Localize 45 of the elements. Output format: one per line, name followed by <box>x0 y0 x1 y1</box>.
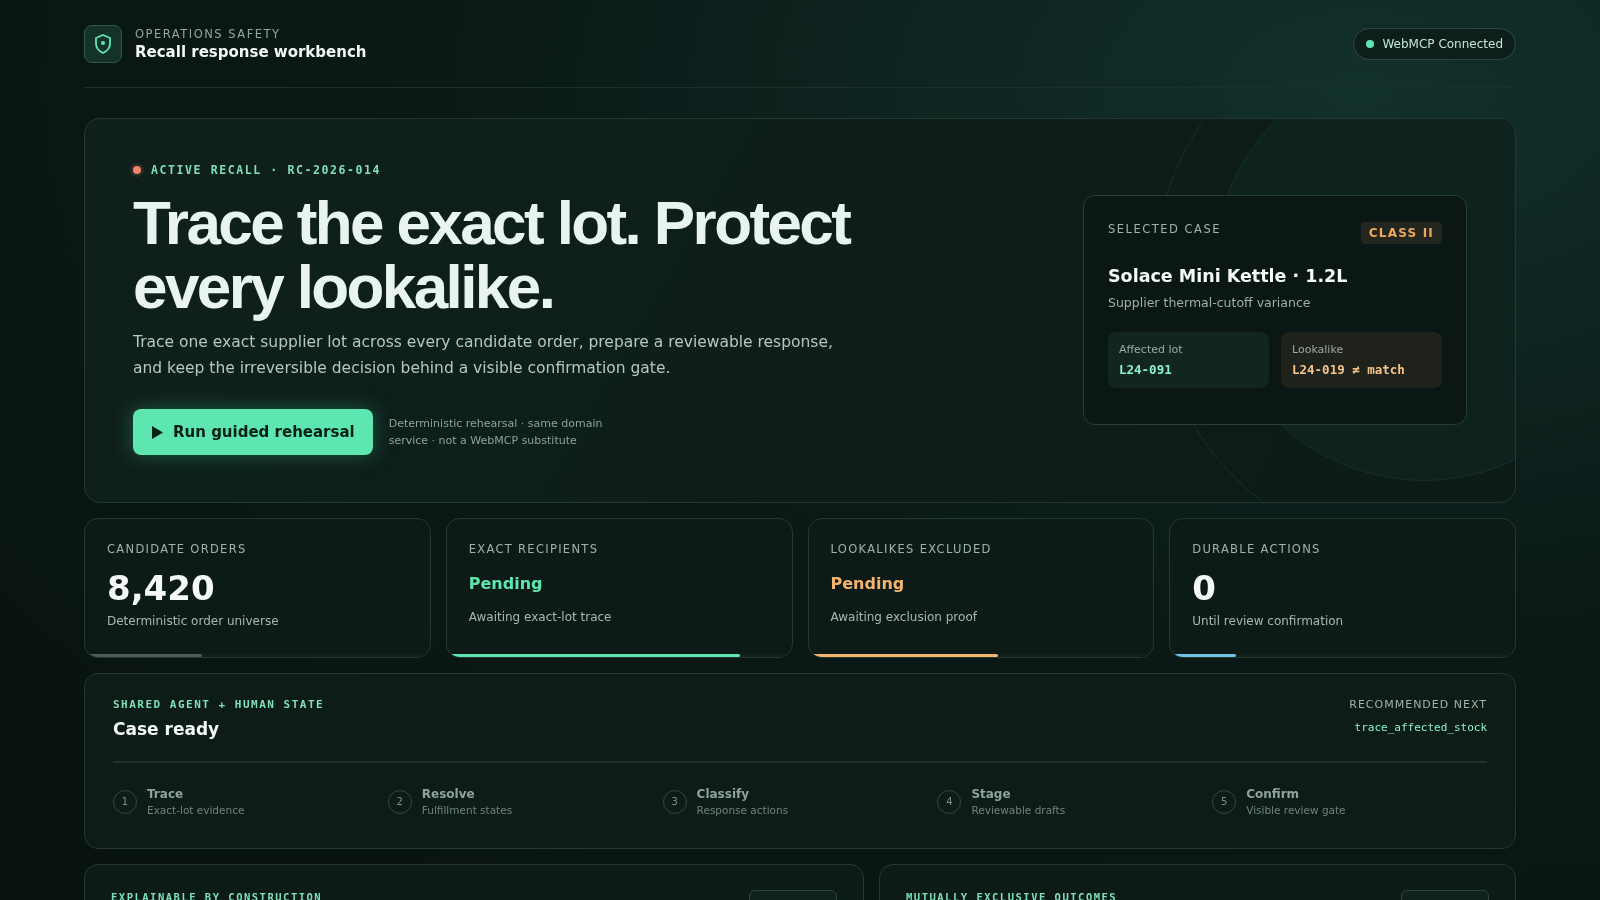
stat-value: 8,420 <box>107 568 216 608</box>
step-title: Trace <box>147 787 185 801</box>
lot-code: L24-019 ≠ match <box>1292 362 1406 377</box>
recall-label: ACTIVE RECALL · RC-2026-014 <box>151 163 382 177</box>
class-badge: CLASS II <box>1360 222 1442 244</box>
stat-caption: Until review confirmation <box>1192 614 1345 628</box>
next-label: RECOMMENDED NEXT <box>1349 698 1487 711</box>
lead-paragraph: Trace one exact supplier lot across every candidate order, prepare a reviewable response, and keep the irreversible decision behind a visible confirmation gate. <box>133 332 833 379</box>
step-title: Resolve <box>421 787 476 801</box>
run-rehearsal-button[interactable]: Run guided rehearsal <box>133 409 373 455</box>
issue-description: Supplier thermal-cutoff variance <box>1108 295 1312 310</box>
stat-caption: Awaiting exact-lot trace <box>468 610 613 624</box>
shield-logo-icon <box>84 24 122 63</box>
step-title: Stage <box>971 787 1012 801</box>
headline: Trace the exact lot. Protect every lookalike. <box>133 191 851 319</box>
product-name: Solace Mini Kettle · 1.2L <box>1108 266 1349 286</box>
state-title: Case ready <box>113 719 221 739</box>
step-caption: Exact-lot evidence <box>147 804 245 816</box>
stat-status: Pending <box>468 573 544 595</box>
lot-label: Lookalike <box>1292 343 1345 356</box>
step-title: Classify <box>696 787 751 801</box>
step-caption: Fulfillment states <box>421 804 513 816</box>
step-caption: Response actions <box>696 804 789 816</box>
stat-caption: Deterministic order universe <box>107 614 280 628</box>
stat-label: LOOKALIKES EXCLUDED <box>830 542 993 556</box>
stat-label: CANDIDATE ORDERS <box>107 542 248 556</box>
stat-status: Pending <box>830 573 906 595</box>
step-caption: Reviewable drafts <box>971 804 1066 816</box>
stat-caption: Awaiting exclusion proof <box>830 610 979 624</box>
panel-eyebrow: SHARED AGENT + HUMAN STATE <box>113 698 325 711</box>
connection-status: WebMCP Connected <box>1353 27 1516 60</box>
alert-dot-icon <box>133 166 141 174</box>
app-eyebrow: OPERATIONS SAFETY <box>135 26 282 41</box>
stat-label: EXACT RECIPIENTS <box>468 542 600 556</box>
step-title: Confirm <box>1246 787 1301 801</box>
rehearsal-note: Deterministic rehearsal · same domain service · not a WebMCP substitute <box>388 416 604 449</box>
stat-value: 0 <box>1192 568 1217 608</box>
play-icon <box>151 425 163 439</box>
card-label: SELECTED CASE <box>1108 222 1222 236</box>
next-action-code: trace_affected_stock <box>1354 721 1487 734</box>
lot-label: Affected lot <box>1119 343 1184 356</box>
step-caption: Visible review gate <box>1246 804 1346 816</box>
lot-code: L24-091 <box>1119 362 1173 377</box>
app-title: Recall response workbench <box>135 42 368 61</box>
stat-label: DURABLE ACTIONS <box>1192 542 1322 556</box>
